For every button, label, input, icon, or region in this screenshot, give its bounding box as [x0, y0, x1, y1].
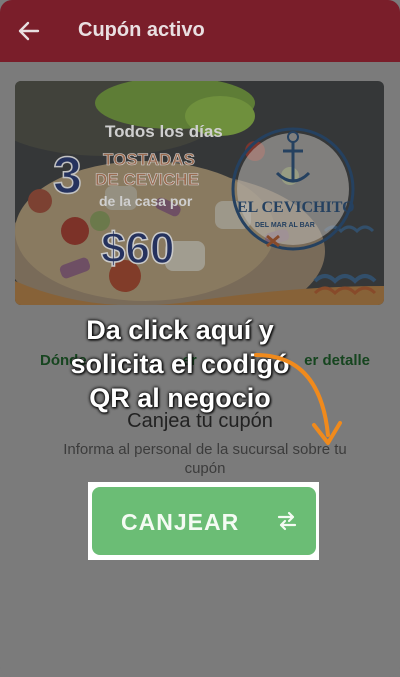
arrow-left-icon[interactable] — [18, 20, 40, 42]
swap-arrows-icon — [277, 511, 297, 531]
redeem-button-label: CANJEAR — [121, 509, 240, 535]
callout-line1: Da click aquí y — [86, 315, 274, 345]
curved-arrow-icon — [254, 353, 342, 445]
page-title: Cupón activo — [78, 19, 205, 41]
app-bar: Cupón activo — [0, 0, 400, 62]
redeem-button-highlight: CANJEAR — [88, 482, 319, 560]
coupon-banner-image: Todos los días 3 TOSTADAS DE CEVICHE de … — [15, 81, 384, 305]
redeem-button[interactable]: CANJEAR — [92, 487, 316, 555]
screen: Cupón activo Todos los días 3 TOSTADAS D… — [0, 0, 400, 677]
